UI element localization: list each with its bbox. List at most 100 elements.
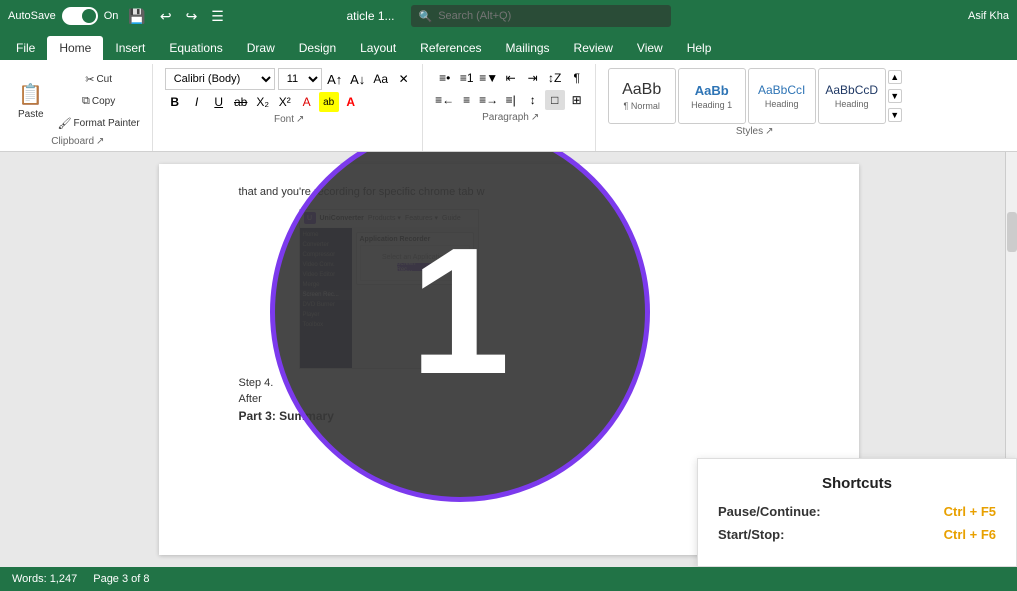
shortcut-row-pause: Pause/Continue: Ctrl + F5 — [718, 504, 996, 519]
subscript-button[interactable]: X₂ — [253, 92, 273, 112]
ribbon-tabs: File Home Insert Equations Draw Design L… — [0, 32, 1017, 60]
shortcut-start-key: Ctrl + F6 — [944, 527, 996, 542]
statusbar-words: Words: 1,247 — [12, 573, 77, 585]
font-grow-button[interactable]: A↑ — [325, 69, 345, 89]
para-row-1: ≡• ≡1 ≡▼ ⇤ ⇥ ↕Z ¶ — [435, 68, 587, 88]
multilevel-list-button[interactable]: ≡▼ — [479, 68, 499, 88]
format-painter-button[interactable]: 🖌 Format Painter — [54, 113, 144, 133]
increase-indent-button[interactable]: ⇥ — [523, 68, 543, 88]
change-case-button[interactable]: Aa — [371, 69, 391, 89]
font-color-button[interactable]: A — [297, 92, 317, 112]
tab-design[interactable]: Design — [287, 36, 348, 60]
clipboard-label: Clipboard ↗ — [51, 136, 104, 147]
align-center-button[interactable]: ≡ — [457, 90, 477, 110]
titlebar: AutoSave On 💾 ↩ ↪ ☰ aticle 1... 🔍 Asif K… — [0, 0, 1017, 32]
tab-help[interactable]: Help — [675, 36, 724, 60]
show-formatting-button[interactable]: ¶ — [567, 68, 587, 88]
styles-scroll-down[interactable]: ▼ — [888, 89, 902, 103]
search-input[interactable] — [438, 10, 638, 22]
undo-icon[interactable]: ↩ — [156, 6, 176, 27]
shortcut-start-desc: Start/Stop: — [718, 527, 784, 542]
search-icon: 🔍 — [419, 10, 433, 23]
styles-scroll-up[interactable]: ▲ — [888, 70, 902, 84]
shortcut-pause-key: Ctrl + F5 — [944, 504, 996, 519]
para-group-content: ≡• ≡1 ≡▼ ⇤ ⇥ ↕Z ¶ ≡← ≡ ≡→ ≡| ↕ □ ⊞ — [435, 68, 587, 110]
tab-draw[interactable]: Draw — [235, 36, 287, 60]
style-heading3-preview: AaBbCcD — [825, 83, 878, 97]
italic-button[interactable]: I — [187, 92, 207, 112]
tab-view[interactable]: View — [625, 36, 675, 60]
clipboard-group: 📋 Paste ✂ Cut ⧉ Copy 🖌 Format Painter Cl… — [4, 64, 153, 151]
font-family-select[interactable]: Calibri (Body) — [165, 68, 275, 90]
styles-more[interactable]: ▼ — [888, 108, 902, 122]
copy-button[interactable]: ⧉ Copy — [54, 91, 144, 111]
tab-mailings[interactable]: Mailings — [494, 36, 562, 60]
tab-review[interactable]: Review — [562, 36, 625, 60]
styles-group: AaBb ¶ Normal AaBb Heading 1 AaBbCcI Hea… — [600, 64, 910, 151]
style-heading1-preview: AaBb — [695, 83, 729, 98]
justify-button[interactable]: ≡| — [501, 90, 521, 110]
tab-equations[interactable]: Equations — [157, 36, 234, 60]
clipboard-content: 📋 Paste ✂ Cut ⧉ Copy 🖌 Format Painter — [12, 68, 144, 134]
font-label: Font ↗ — [274, 114, 304, 125]
shortcut-row-start: Start/Stop: Ctrl + F6 — [718, 527, 996, 542]
document-area: that and you're recording for specific c… — [0, 152, 1017, 567]
text-color-button[interactable]: A — [341, 92, 361, 112]
shading-button[interactable]: □ — [545, 90, 565, 110]
font-group: Calibri (Body) 11 A↑ A↓ Aa ✕ B I U ab X₂… — [157, 64, 423, 151]
statusbar-page: Page 3 of 8 — [93, 573, 149, 585]
align-right-button[interactable]: ≡→ — [479, 90, 499, 110]
styles-container: AaBb ¶ Normal AaBb Heading 1 AaBbCcI Hea… — [608, 68, 902, 124]
clipboard-expand-icon[interactable]: ↗ — [96, 136, 104, 147]
cut-button[interactable]: ✂ Cut — [54, 69, 144, 89]
clear-format-button[interactable]: ✕ — [394, 69, 414, 89]
style-heading2-label: Heading — [765, 99, 799, 109]
highlight-button[interactable]: ab — [319, 92, 339, 112]
search-box[interactable]: 🔍 — [411, 5, 671, 27]
tab-insert[interactable]: Insert — [103, 36, 157, 60]
style-heading3[interactable]: AaBbCcD Heading — [818, 68, 886, 124]
doc-scrollbar-thumb[interactable] — [1007, 212, 1017, 252]
style-normal-label: ¶ Normal — [624, 101, 660, 111]
font-shrink-button[interactable]: A↓ — [348, 69, 368, 89]
bold-button[interactable]: B — [165, 92, 185, 112]
clipboard-secondary: ✂ Cut ⧉ Copy 🖌 Format Painter — [54, 69, 144, 133]
paste-icon: 📋 — [18, 82, 43, 107]
style-heading3-label: Heading — [835, 99, 869, 109]
tab-file[interactable]: File — [4, 36, 47, 60]
styles-scroll: ▲ ▼ ▼ — [888, 68, 902, 124]
sort-button[interactable]: ↕Z — [545, 68, 565, 88]
paragraph-label: Paragraph ↗ — [482, 112, 539, 123]
style-normal[interactable]: AaBb ¶ Normal — [608, 68, 676, 124]
save-icon[interactable]: 💾 — [124, 6, 149, 27]
style-heading2-preview: AaBbCcI — [758, 83, 805, 97]
doc-title: aticle 1... — [346, 9, 394, 23]
superscript-button[interactable]: X² — [275, 92, 295, 112]
borders-button[interactable]: ⊞ — [567, 90, 587, 110]
numbered-list-button[interactable]: ≡1 — [457, 68, 477, 88]
underline-button[interactable]: U — [209, 92, 229, 112]
style-heading1[interactable]: AaBb Heading 1 — [678, 68, 746, 124]
titlebar-right: Asif Kha — [763, 10, 1009, 22]
decrease-indent-button[interactable]: ⇤ — [501, 68, 521, 88]
font-expand-icon[interactable]: ↗ — [296, 114, 304, 125]
bullet-list-button[interactable]: ≡• — [435, 68, 455, 88]
autosave-toggle[interactable] — [62, 7, 98, 25]
redo-icon[interactable]: ↪ — [182, 6, 202, 27]
titlebar-left: AutoSave On 💾 ↩ ↪ ☰ — [8, 6, 254, 27]
tab-home[interactable]: Home — [47, 36, 103, 60]
tab-layout[interactable]: Layout — [348, 36, 408, 60]
align-left-button[interactable]: ≡← — [435, 90, 455, 110]
paste-button[interactable]: 📋 Paste — [12, 74, 50, 128]
styles-expand-icon[interactable]: ↗ — [765, 126, 773, 137]
font-size-select[interactable]: 11 — [278, 68, 322, 90]
autosave-knob — [82, 9, 96, 23]
paragraph-expand-icon[interactable]: ↗ — [531, 112, 539, 123]
menu-icon[interactable]: ☰ — [207, 6, 228, 27]
strikethrough-button[interactable]: ab — [231, 92, 251, 112]
style-heading1-label: Heading 1 — [691, 100, 732, 110]
shortcut-pause-desc: Pause/Continue: — [718, 504, 821, 519]
tab-references[interactable]: References — [408, 36, 493, 60]
line-spacing-button[interactable]: ↕ — [523, 90, 543, 110]
style-heading2[interactable]: AaBbCcI Heading — [748, 68, 816, 124]
